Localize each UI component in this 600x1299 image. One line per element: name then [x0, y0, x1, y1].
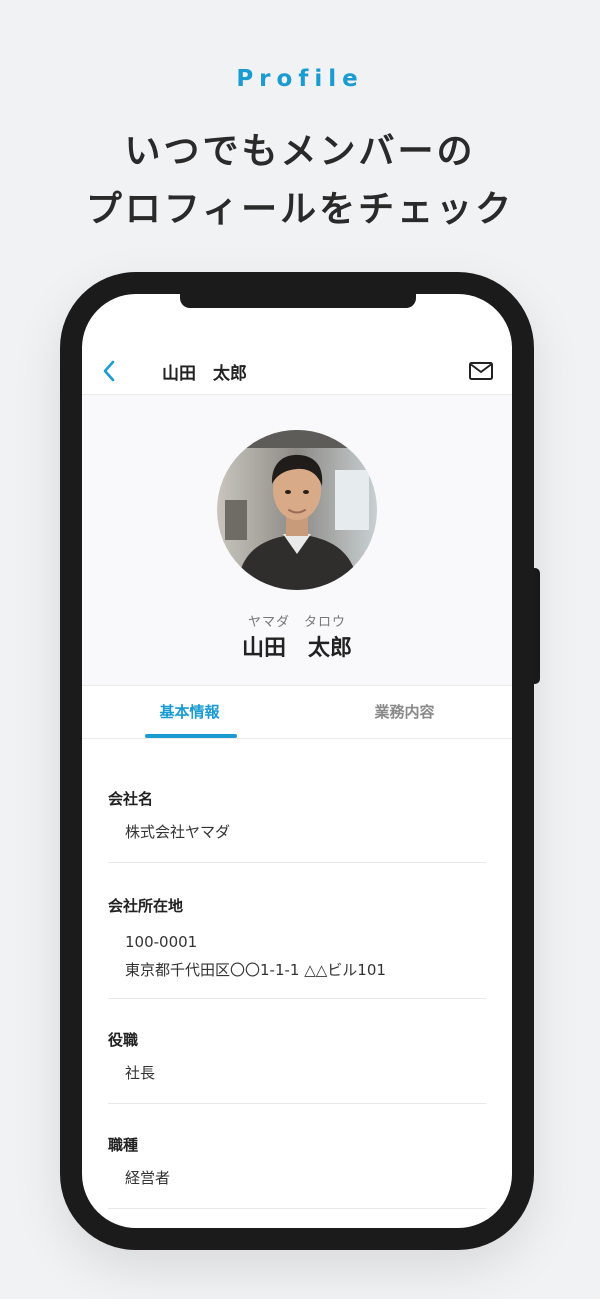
tab-job-details[interactable]: 業務内容 — [297, 686, 512, 738]
field-label: 会社所在地 — [108, 897, 184, 915]
avatar — [217, 430, 377, 590]
field-label: 会社名 — [108, 790, 154, 808]
phone-notch — [180, 294, 416, 308]
field-value: 経営者 — [125, 1169, 171, 1187]
nav-title: 山田 太郎 — [162, 364, 247, 384]
field-value: 株式会社ヤマダ — [125, 823, 231, 841]
tab-basic-info[interactable]: 基本情報 — [82, 686, 297, 738]
field-value-postal: 100-0001 — [125, 933, 198, 951]
profile-tabs: 基本情報 業務内容 — [82, 686, 512, 739]
field-company-address: 会社所在地 100-0001 東京都千代田区〇〇1-1-1 △△ビル101 — [108, 863, 486, 999]
avatar-photo — [217, 430, 377, 590]
headline-line-1: いつでもメンバーの — [124, 131, 476, 172]
full-name: 山田 太郎 — [241, 636, 352, 661]
chevron-left-icon — [103, 360, 115, 382]
phone-frame: 山田 太郎 ヤマダ タロウ 山田 太郎 基本情報 業務内容 会社名 株式会社ヤマ… — [60, 272, 534, 1250]
nav-bar: 山田 太郎 — [82, 346, 512, 395]
field-value-address: 東京都千代田区〇〇1-1-1 △△ビル101 — [125, 961, 386, 979]
field-company-name: 会社名 株式会社ヤマダ — [108, 738, 486, 863]
field-job-type: 職種 経営者 — [108, 1104, 486, 1209]
phone-screen: 山田 太郎 ヤマダ タロウ 山田 太郎 基本情報 業務内容 会社名 株式会社ヤマ… — [82, 294, 512, 1228]
mail-icon — [469, 362, 493, 380]
name-kana: ヤマダ タロウ — [247, 615, 346, 630]
back-button[interactable] — [96, 356, 126, 386]
field-position: 役職 社長 — [108, 999, 486, 1104]
section-eyebrow: Profile — [236, 66, 364, 92]
field-label: 職種 — [108, 1136, 139, 1154]
field-label: 役職 — [108, 1031, 139, 1049]
profile-header: ヤマダ タロウ 山田 太郎 — [82, 395, 512, 686]
info-fields: 会社名 株式会社ヤマダ 会社所在地 100-0001 東京都千代田区〇〇1-1-… — [108, 738, 486, 1209]
field-value: 社長 — [125, 1064, 156, 1082]
mail-button[interactable] — [468, 358, 494, 384]
headline-line-2: プロフィールをチェック — [85, 189, 515, 230]
